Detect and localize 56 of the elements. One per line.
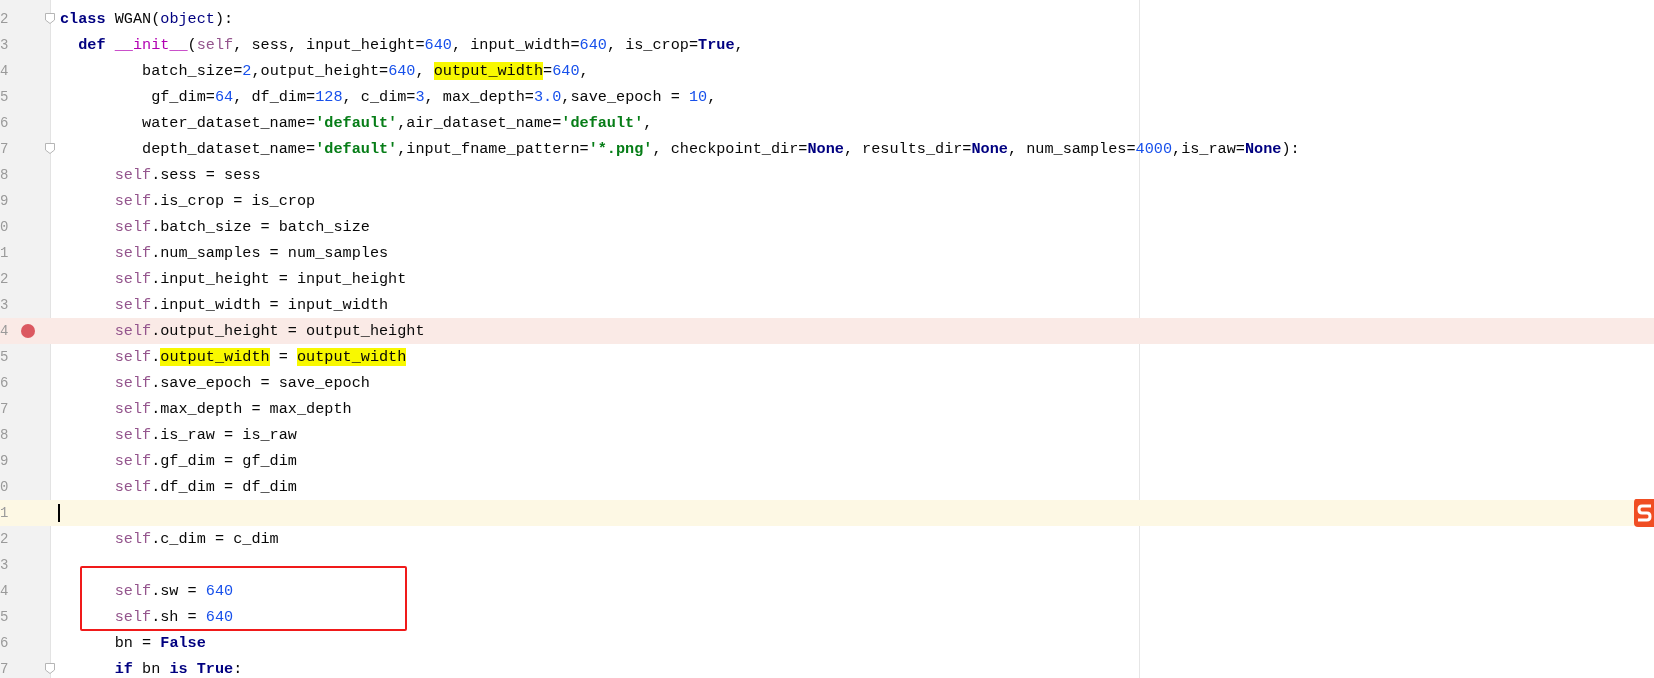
line-number: 9 (0, 193, 9, 209)
code-line: self.sess = sess (113, 166, 261, 184)
line-number: 0 (0, 479, 9, 495)
line-number: 3 (0, 557, 9, 573)
line-number: 7 (0, 141, 9, 157)
code-line: self.df_dim = df_dim (113, 478, 297, 496)
code-line: self.is_raw = is_raw (113, 426, 297, 444)
code-line: class WGAN(object): (60, 10, 234, 28)
code-line: self.batch_size = batch_size (113, 218, 370, 236)
code-line: self.input_height = input_height (113, 270, 407, 288)
line-number: 8 (0, 167, 9, 183)
fold-marker-icon[interactable] (45, 13, 55, 24)
code-line: self.max_depth = max_depth (113, 400, 352, 418)
line-number: 2 (0, 271, 9, 287)
code-line: self.sh = 640 (113, 608, 234, 626)
code-line: depth_dataset_name='default',input_fname_pattern='*.png', checkpoint_dir=None, results_dir=None, num_samples=4000,is_raw=None): (141, 140, 1300, 158)
line-number: 4 (0, 63, 9, 79)
code-line: bn = False (113, 634, 206, 652)
line-number: 9 (0, 453, 9, 469)
breakpoint-icon[interactable] (21, 324, 35, 338)
code-line: self.output_height = output_height (113, 322, 425, 340)
code-line: self.save_epoch = save_epoch (113, 374, 370, 392)
line-number: 7 (0, 661, 9, 677)
line-number: 6 (0, 375, 9, 391)
line-number: 2 (0, 11, 9, 27)
line-number: 0 (0, 219, 9, 235)
code-line: self.gf_dim = gf_dim (113, 452, 297, 470)
line-number: 5 (0, 89, 9, 105)
text-caret (58, 504, 60, 522)
code-line: self.input_width = input_width (113, 296, 389, 314)
code-line: self.c_dim = c_dim (113, 530, 279, 548)
line-number: 1 (0, 245, 9, 261)
line-number: 8 (0, 427, 9, 443)
fold-marker-icon[interactable] (45, 143, 55, 154)
code-line: batch_size=2,output_height=640, output_width=640, (141, 62, 589, 80)
code-line: self.is_crop = is_crop (113, 192, 316, 210)
code-line: self.output_width = output_width (113, 348, 407, 366)
line-number: 1 (0, 505, 9, 521)
line-number: 4 (0, 583, 9, 599)
line-number: 2 (0, 531, 9, 547)
code-line: self.sw = 640 (113, 582, 234, 600)
code-line: gf_dim=64, df_dim=128, c_dim=3, max_depth=3.0,save_epoch = 10, (150, 88, 717, 106)
line-number: 3 (0, 37, 9, 53)
line-number: 6 (0, 635, 9, 651)
code-line: if bn is True: (113, 660, 243, 678)
line-number: 7 (0, 401, 9, 417)
input-method-icon[interactable] (1632, 497, 1654, 527)
code-line: self.num_samples = num_samples (113, 244, 389, 262)
code-line: def __init__(self, sess, input_height=640, input_width=640, is_crop=True, (77, 36, 744, 54)
code-line: water_dataset_name='default',air_dataset_name='default', (141, 114, 653, 132)
line-number: 3 (0, 297, 9, 313)
line-number: 6 (0, 115, 9, 131)
line-number: 5 (0, 609, 9, 625)
line-number: 4 (0, 323, 9, 339)
line-number: 5 (0, 349, 9, 365)
fold-marker-icon[interactable] (45, 663, 55, 674)
